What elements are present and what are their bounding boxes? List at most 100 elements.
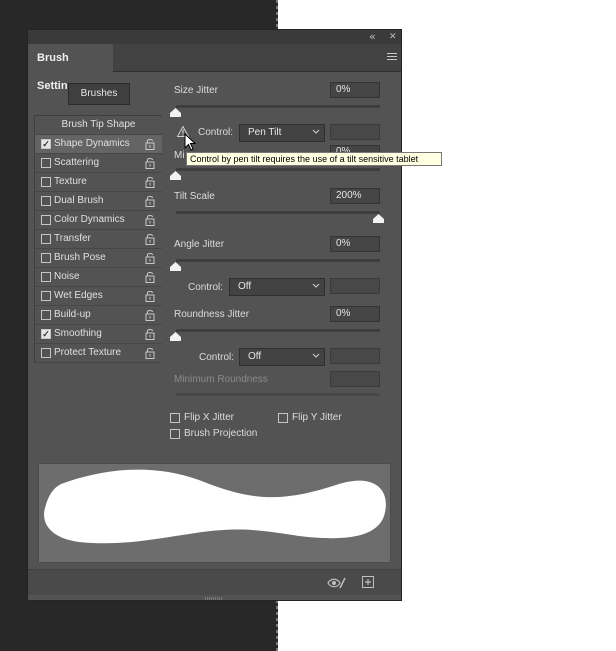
brush-stroke-preview: [38, 463, 391, 563]
sidebar-item-brush-pose[interactable]: Brush Pose: [35, 249, 162, 268]
sidebar-item-label: Brush Pose: [54, 252, 106, 263]
sidebar-item-noise[interactable]: Noise: [35, 268, 162, 287]
sidebar-item-checkbox[interactable]: [41, 177, 51, 187]
lock-icon[interactable]: [145, 347, 155, 359]
sidebar-item-smoothing[interactable]: ✓ Smoothing: [35, 325, 162, 344]
minimum-roundness-slider-track: [176, 393, 380, 396]
size-jitter-slider-thumb[interactable]: [170, 108, 181, 117]
create-new-brush-icon[interactable]: [362, 576, 374, 588]
sidebar-item-texture[interactable]: Texture: [35, 173, 162, 192]
sidebar-item-protect-texture[interactable]: Protect Texture: [35, 344, 162, 363]
close-panel-button[interactable]: ✕: [389, 31, 397, 43]
roundness-control-dropdown[interactable]: Off: [239, 348, 325, 366]
sidebar-item-label: Texture: [54, 176, 87, 187]
sidebar-item-wet-edges[interactable]: Wet Edges: [35, 287, 162, 306]
sidebar-item-label: Protect Texture: [54, 347, 122, 358]
flip-x-jitter-label: Flip X Jitter: [184, 412, 235, 423]
lock-icon[interactable]: [145, 138, 155, 150]
brushes-button[interactable]: Brushes: [68, 83, 130, 105]
size-jitter-field[interactable]: 0%: [330, 82, 380, 98]
sidebar-item-label: Dual Brush: [54, 195, 104, 206]
minimum-diameter-slider-track[interactable]: [176, 168, 380, 171]
lock-icon[interactable]: [145, 233, 155, 245]
roundness-control-extra-field[interactable]: [330, 348, 380, 364]
sidebar-item-checkbox[interactable]: [41, 253, 51, 263]
sidebar-item-checkbox[interactable]: [41, 196, 51, 206]
minimum-roundness-field: [330, 371, 380, 387]
angle-jitter-label: Angle Jitter: [174, 239, 225, 250]
size-control-extra-field[interactable]: [330, 124, 380, 140]
sidebar-item-label: Smoothing: [54, 328, 102, 339]
sidebar-item-shape-dynamics[interactable]: ✓ Shape Dynamics: [35, 135, 162, 154]
angle-control-label: Control:: [188, 282, 224, 293]
sidebar-item-brush-tip-shape[interactable]: Brush Tip Shape: [35, 116, 162, 135]
sidebar-item-checkbox[interactable]: [41, 348, 51, 358]
lock-icon[interactable]: [145, 176, 155, 188]
sidebar-item-checkbox[interactable]: ✓: [41, 329, 51, 339]
panel-footer: [28, 569, 401, 595]
brush-options-list: Brush Tip Shape ✓ Shape Dynamics Scatterin…: [34, 115, 162, 363]
sidebar-item-label: Scattering: [54, 157, 100, 168]
size-control-label: Control:: [198, 127, 234, 138]
sidebar-item-checkbox[interactable]: [41, 272, 51, 282]
brush-stroke-shape: [44, 469, 386, 544]
sidebar-item-checkbox[interactable]: [41, 291, 51, 301]
sidebar-item-checkbox[interactable]: [41, 234, 51, 244]
chevron-down-icon: [312, 283, 320, 288]
roundness-control-label: Control:: [199, 352, 235, 363]
sidebar-item-label: Build-up: [54, 309, 91, 320]
tilt-scale-slider-track[interactable]: [176, 211, 380, 214]
flip-y-jitter-checkbox[interactable]: [278, 413, 288, 423]
collapse-panel-button[interactable]: «: [369, 31, 376, 43]
angle-jitter-field[interactable]: 0%: [330, 236, 380, 252]
sidebar-item-scattering[interactable]: Scattering: [35, 154, 162, 173]
sidebar-item-checkbox[interactable]: [41, 215, 51, 225]
panel-resize-grip[interactable]: [205, 597, 223, 600]
sidebar-item-transfer[interactable]: Transfer: [35, 230, 162, 249]
roundness-jitter-slider-track[interactable]: [176, 329, 380, 332]
tilt-scale-field[interactable]: 200%: [330, 188, 380, 204]
angle-control-extra-field[interactable]: [330, 278, 380, 294]
panel-menu-icon[interactable]: [387, 53, 397, 62]
lock-icon[interactable]: [145, 328, 155, 340]
brush-projection-checkbox[interactable]: [170, 429, 180, 439]
mouse-cursor-icon: [184, 133, 196, 151]
sidebar-item-label: Wet Edges: [54, 290, 103, 301]
tab-brush-settings[interactable]: Brush Settings: [28, 44, 113, 92]
angle-control-dropdown[interactable]: Off: [229, 278, 325, 296]
sidebar-item-color-dynamics[interactable]: Color Dynamics: [35, 211, 162, 230]
brush-settings-panel: « ✕ Brush Settings Brushes Brush Tip Sha…: [27, 29, 402, 601]
roundness-jitter-slider-thumb[interactable]: [170, 332, 181, 341]
lock-icon[interactable]: [145, 271, 155, 283]
minimum-roundness-label: Minimum Roundness: [174, 374, 268, 385]
toggle-live-tip-preview-icon[interactable]: [327, 576, 347, 590]
panel-title-strip[interactable]: « ✕: [28, 30, 401, 44]
flip-y-jitter-label: Flip Y Jitter: [292, 412, 342, 423]
size-control-dropdown[interactable]: Pen Tilt: [239, 124, 325, 142]
lock-icon[interactable]: [145, 252, 155, 264]
sidebar-item-checkbox[interactable]: [41, 310, 51, 320]
sidebar-item-dual-brush[interactable]: Dual Brush: [35, 192, 162, 211]
brush-projection-label: Brush Projection: [184, 428, 258, 439]
sidebar-item-label: Noise: [54, 271, 80, 282]
minimum-diameter-label: Mi: [174, 150, 185, 161]
lock-icon[interactable]: [145, 214, 155, 226]
flip-x-jitter-checkbox[interactable]: [170, 413, 180, 423]
lock-icon[interactable]: [145, 157, 155, 169]
lock-icon[interactable]: [145, 309, 155, 321]
angle-jitter-slider-track[interactable]: [176, 259, 380, 262]
tilt-scale-slider-thumb[interactable]: [373, 214, 384, 223]
size-jitter-slider-track[interactable]: [176, 105, 380, 108]
roundness-control-value: Off: [248, 351, 262, 362]
sidebar-item-build-up[interactable]: Build-up: [35, 306, 162, 325]
sidebar-item-checkbox[interactable]: [41, 158, 51, 168]
lock-icon[interactable]: [145, 290, 155, 302]
roundness-jitter-label: Roundness Jitter: [174, 309, 250, 320]
angle-control-value: Off: [238, 281, 252, 292]
sidebar-item-checkbox[interactable]: ✓: [41, 139, 51, 149]
angle-jitter-slider-thumb[interactable]: [170, 262, 181, 271]
minimum-diameter-slider-thumb[interactable]: [170, 171, 181, 180]
roundness-jitter-field[interactable]: 0%: [330, 306, 380, 322]
size-jitter-label: Size Jitter: [174, 85, 218, 96]
lock-icon[interactable]: [145, 195, 155, 207]
